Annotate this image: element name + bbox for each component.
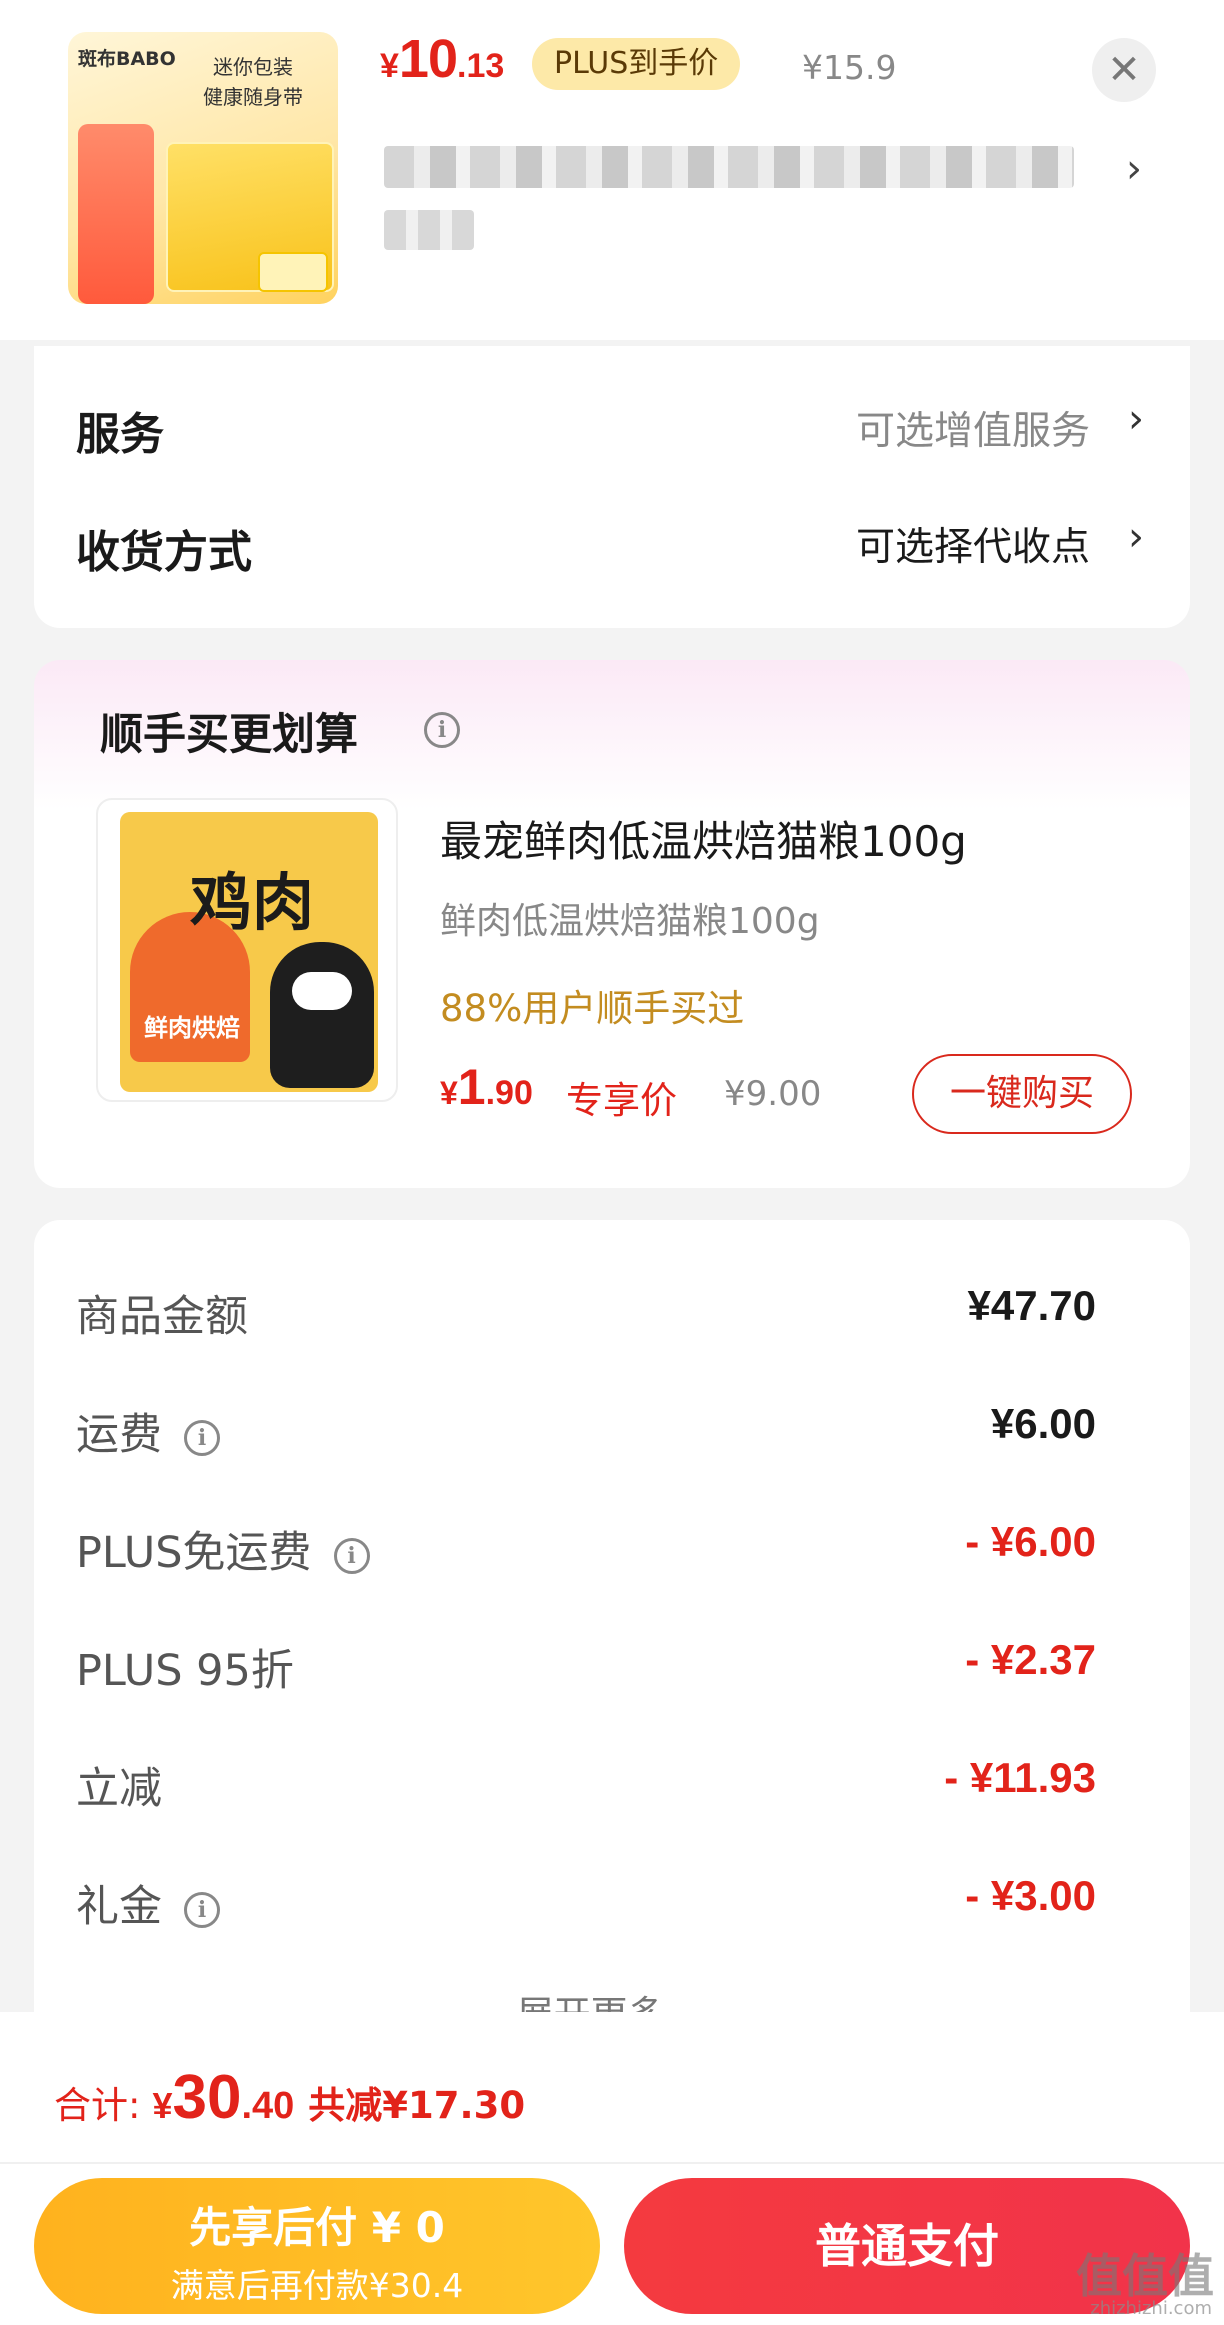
info-icon[interactable]: i — [333, 1538, 370, 1574]
summary-label: 运费 i — [76, 1400, 220, 1462]
plus-price-badge: PLUS到手价 — [532, 38, 741, 90]
current-price-decimal: .13 — [457, 47, 505, 85]
upsell-product-image[interactable]: 鸡肉 鲜肉烘焙 — [96, 798, 398, 1102]
summary-row-shipping: 运费 i ¥6.00 — [34, 1400, 1190, 1460]
bag-label-text: 鲜肉烘焙 — [144, 1014, 240, 1042]
upsell-original-price: ¥9.00 — [724, 1074, 822, 1114]
upsell-price-decimal: .90 — [485, 1074, 533, 1112]
bear-face — [292, 972, 352, 1010]
summary-row-instant-discount: 立减 - ¥11.93 — [34, 1754, 1190, 1814]
chevron-right-icon: › — [1128, 396, 1144, 442]
thumb-promo-badge — [78, 124, 154, 304]
summary-value: ¥47.70 — [967, 1282, 1096, 1329]
pay-later-title: 先享后付 ¥ 0 — [189, 2203, 445, 2252]
total-currency: ¥ — [152, 2085, 173, 2126]
thumb-mini-pack — [258, 252, 328, 292]
delivery-method-label: 收货方式 — [76, 527, 252, 578]
watermark-logo: 值值值 — [1076, 2249, 1214, 2303]
close-button[interactable]: ✕ — [1092, 38, 1156, 102]
upsell-card: 顺手买更划算 i 鸡肉 鲜肉烘焙 最宠鲜肉低温烘焙猫粮100g 鲜肉低温烘焙猫粮… — [34, 660, 1190, 1188]
summary-label: PLUS 95折 — [76, 1636, 294, 1698]
current-price: ¥10.13 — [380, 28, 504, 90]
summary-value: - ¥3.00 — [965, 1872, 1096, 1919]
summary-value: - ¥11.93 — [944, 1754, 1096, 1801]
blurred-product-title[interactable] — [384, 146, 1074, 188]
summary-label-text: 立减 — [76, 1764, 162, 1814]
thumb-tagline-line1: 迷你包装 — [213, 55, 293, 79]
info-icon[interactable]: i — [184, 1420, 220, 1456]
close-icon: ✕ — [1107, 47, 1141, 93]
watermark-url: zhizhizhi.com — [1090, 2298, 1212, 2319]
chevron-right-icon[interactable]: › — [1126, 146, 1142, 192]
upsell-price: ¥1.90 — [440, 1058, 533, 1116]
cat-food-bag: 鸡肉 鲜肉烘焙 — [120, 812, 378, 1092]
current-price-currency: ¥ — [380, 47, 399, 85]
summary-label: PLUS免运费 i — [76, 1518, 370, 1580]
summary-label: 立减 — [76, 1754, 162, 1816]
current-price-integer: 10 — [398, 29, 458, 89]
upsell-popularity: 88%用户顺手买过 — [440, 987, 745, 1030]
thumb-brand-logo: 斑布BABO — [78, 48, 176, 70]
product-thumbnail[interactable]: 斑布BABO 迷你包装 健康随身带 — [68, 32, 338, 304]
summary-label-text: 礼金 — [76, 1882, 162, 1932]
summary-value: ¥6.00 — [990, 1400, 1096, 1447]
pay-later-subtitle: 满意后再付款¥30.4 — [170, 2266, 464, 2305]
summary-label-text: PLUS免运费 — [76, 1528, 312, 1578]
product-header: 斑布BABO 迷你包装 健康随身带 ¥10.13 PLUS到手价 ¥15.9 ✕… — [0, 0, 1224, 340]
summary-label-text: 商品金额 — [76, 1292, 248, 1342]
total-savings: 共减¥17.30 — [308, 2084, 526, 2127]
service-value: 可选增值服务 — [855, 409, 1090, 454]
bear-mascot — [270, 942, 374, 1088]
thumb-tagline-line2: 健康随身带 — [203, 85, 303, 109]
upsell-price-currency: ¥ — [440, 1075, 458, 1111]
blurred-product-title-line2 — [384, 210, 474, 250]
service-label: 服务 — [76, 409, 164, 460]
thumb-tagline: 迷你包装 健康随身带 — [178, 52, 328, 112]
summary-label: 商品金额 — [76, 1282, 248, 1344]
info-icon[interactable]: i — [424, 712, 460, 748]
summary-label: 礼金 i — [76, 1872, 220, 1934]
one-click-buy-button[interactable]: 一键购买 — [912, 1054, 1132, 1134]
divider — [0, 2162, 1224, 2164]
info-icon[interactable]: i — [184, 1892, 220, 1928]
upsell-price-integer: 1 — [457, 1059, 486, 1115]
summary-row-plus-free-shipping: PLUS免运费 i - ¥6.00 — [34, 1518, 1190, 1578]
original-price: ¥15.9 — [802, 48, 897, 87]
upsell-title: 顺手买更划算 — [100, 710, 358, 760]
summary-row-goods-amount: 商品金额 ¥47.70 — [34, 1282, 1190, 1342]
upsell-product-name[interactable]: 最宠鲜肉低温烘焙猫粮100g — [440, 808, 967, 869]
total-label: 合计: — [54, 2084, 141, 2127]
summary-value: - ¥6.00 — [965, 1518, 1096, 1565]
summary-label-text: 运费 — [76, 1410, 162, 1460]
upsell-price-label: 专享价 — [566, 1079, 677, 1122]
upsell-product-subtitle: 鲜肉低温烘焙猫粮100g — [440, 901, 820, 942]
bottom-pay-bar: 合计: ¥30.40 共减¥17.30 先享后付 ¥ 0 满意后再付款¥30.4 普… — [0, 2012, 1224, 2325]
chevron-right-icon: › — [1128, 514, 1144, 560]
bag-title-text: 鸡肉 — [190, 866, 315, 939]
service-card: 服务 可选增值服务 › 收货方式 可选择代收点 › — [34, 346, 1190, 628]
summary-row-gift-money: 礼金 i - ¥3.00 — [34, 1872, 1190, 1932]
delivery-method-value: 可选择代收点 — [855, 525, 1090, 570]
summary-label-text: PLUS 95折 — [76, 1646, 294, 1696]
total-decimal: .40 — [241, 2085, 295, 2127]
pay-later-button[interactable]: 先享后付 ¥ 0 满意后再付款¥30.4 — [34, 2178, 600, 2314]
summary-value: - ¥2.37 — [965, 1636, 1096, 1683]
total-integer: 30 — [172, 2063, 242, 2132]
order-total: 合计: ¥30.40 共减¥17.30 — [54, 2062, 525, 2133]
summary-row-plus-discount: PLUS 95折 - ¥2.37 — [34, 1636, 1190, 1696]
